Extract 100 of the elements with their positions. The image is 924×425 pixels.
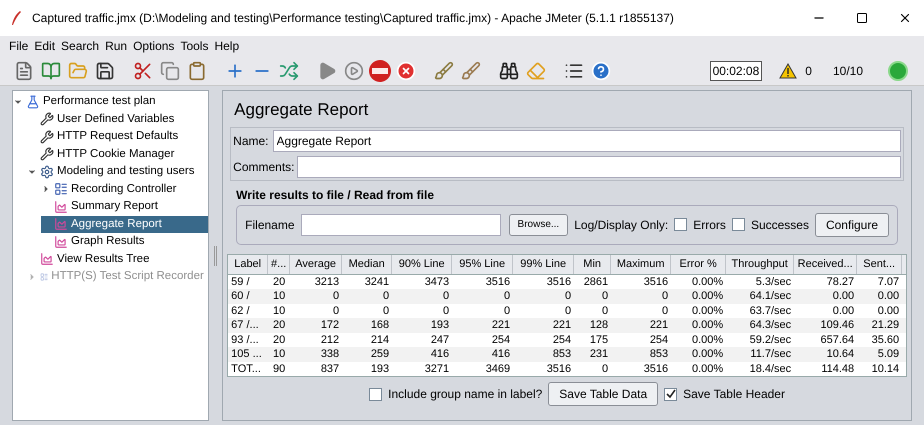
column-header[interactable]: Maximum	[611, 254, 672, 274]
panel-title: Aggregate Report	[234, 99, 370, 121]
save-header-label: Save Table Header	[683, 386, 785, 403]
tree-item[interactable]: Summary Report	[41, 198, 208, 216]
maximize-icon[interactable]	[856, 12, 868, 24]
table-cell-text: 0	[382, 289, 390, 304]
table-cell-text: 0.00	[832, 289, 856, 304]
table-cell-text: 0	[503, 289, 512, 304]
table-cell-text: 0	[601, 289, 610, 304]
column-header[interactable]: Throughput	[726, 254, 794, 274]
table-cell-text: 109.46	[820, 318, 856, 332]
tree-item[interactable]: HTTP Request Defaults	[27, 128, 208, 146]
table-cell-text: 0.00	[876, 289, 900, 304]
table-cell-text: TOT...	[230, 362, 262, 376]
tree-item[interactable]: View Results Tree	[27, 250, 208, 268]
table-cell-text: 212	[320, 332, 340, 347]
table-cell-text: 59 /	[230, 274, 251, 289]
table-cell-text: 657.64	[820, 332, 856, 347]
table-cell-text: 338	[320, 347, 340, 362]
table-cell-text: 21.29	[870, 318, 900, 332]
close-icon[interactable]	[898, 11, 912, 25]
column-header[interactable]: 90% Line	[392, 254, 452, 274]
checkbox[interactable]	[674, 218, 688, 231]
stop-icon[interactable]	[369, 60, 391, 82]
feather-icon	[10, 10, 22, 26]
table-cell-text: 247	[430, 332, 450, 347]
menu-item[interactable]: Edit	[31, 37, 58, 55]
tree-item[interactable]: Performance test plan	[13, 93, 208, 110]
table-cell-text: 67 /...	[230, 318, 260, 332]
wrench-icon	[40, 112, 54, 126]
include-group-label: Include group name in label?	[388, 386, 542, 403]
name-field[interactable]: Aggregate Report	[272, 130, 901, 152]
menu-item[interactable]: Search	[58, 37, 102, 55]
checkbox[interactable]	[732, 218, 745, 231]
menu-item[interactable]: Run	[102, 37, 130, 55]
table-cell-text: 35.60	[870, 332, 900, 347]
checkbox[interactable]	[369, 388, 382, 400]
table-cell-text: 254	[552, 332, 572, 347]
table-cell-text: 63.7/sec	[748, 304, 792, 318]
table-cell-text: 3271	[424, 362, 450, 376]
column-header[interactable]: Min	[574, 254, 612, 274]
table-cell-text: 3516	[484, 274, 512, 289]
table-cell-text: 168	[370, 318, 390, 332]
tree-item[interactable]: HTTP Cookie Manager	[27, 146, 208, 163]
column-header[interactable]: Error %	[671, 254, 726, 274]
table-cell-text: 114.48	[820, 362, 856, 376]
column-header[interactable]: Average	[290, 254, 342, 274]
column-header[interactable]: Label	[228, 254, 268, 274]
table-cell-text: 0.00%	[690, 274, 724, 289]
table-cell-text: 20	[272, 332, 286, 347]
column-header[interactable]: Median	[342, 254, 392, 274]
table-cell-text: 254	[490, 332, 512, 347]
table-cell-text: 214	[370, 332, 390, 347]
tree-item[interactable]: Recording Controller	[41, 180, 208, 198]
table-cell-text: 193	[430, 318, 450, 332]
table-cell-text: 0.00	[876, 304, 900, 318]
table-cell-text: 0	[332, 304, 340, 318]
filename-field[interactable]	[300, 214, 501, 236]
elapsed-time: 00:02:08	[710, 60, 762, 80]
configure-button[interactable]: Configure	[814, 212, 889, 236]
save-table-data-button[interactable]: Save Table Data	[548, 382, 658, 406]
table-cell-text: 0	[661, 304, 670, 318]
column-header[interactable]: #...	[268, 254, 290, 274]
checkbox[interactable]	[664, 388, 678, 400]
chart-icon	[40, 252, 54, 266]
table-cell-text: 416	[430, 347, 450, 362]
gear-icon	[40, 164, 54, 179]
successes-label: Successes	[750, 216, 809, 234]
table-cell-text: 231	[588, 347, 610, 362]
menu-item[interactable]: File	[6, 37, 32, 55]
table-cell-text: 175	[588, 332, 610, 347]
table-cell-text: 3473	[424, 274, 450, 289]
comments-field[interactable]	[296, 156, 901, 178]
table-cell-text: 0	[442, 304, 450, 318]
browse-button[interactable]: Browse...	[508, 214, 568, 236]
menu-item[interactable]: Help	[211, 37, 242, 55]
chart-icon	[54, 217, 68, 232]
table-cell-text: 0	[382, 304, 390, 318]
table-cell-text: 0.00	[832, 304, 856, 318]
table-cell-text: 10	[272, 347, 286, 362]
table-cell-text: 64.1/sec	[748, 289, 792, 304]
table-cell-text: 0	[332, 289, 340, 304]
section-title: Write results to file / Read from file	[236, 186, 435, 204]
table-cell-text: 0.00%	[690, 347, 724, 362]
column-header[interactable]: 95% Line	[452, 254, 514, 274]
column-header[interactable]: Received...	[794, 254, 858, 274]
tree-item[interactable]: Aggregate Report	[41, 216, 208, 233]
table-cell-text: 0	[601, 362, 610, 376]
tree-item[interactable]: Graph Results	[41, 233, 208, 250]
tree-item[interactable]: User Defined Variables	[27, 110, 208, 128]
comments-label: Comments:	[233, 158, 295, 176]
table-cell-text: 78.27	[826, 274, 856, 289]
column-header[interactable]: Sent...	[857, 254, 902, 274]
table-cell-text: 128	[588, 318, 610, 332]
menu-item[interactable]: Tools	[177, 37, 212, 55]
menu-item[interactable]: Options	[130, 37, 178, 55]
column-header[interactable]: 99% Line	[513, 254, 574, 274]
tree-item[interactable]: Modeling and testing users	[27, 163, 208, 180]
errors-label: Errors	[693, 216, 726, 234]
table-cell-text: 10	[272, 289, 286, 304]
